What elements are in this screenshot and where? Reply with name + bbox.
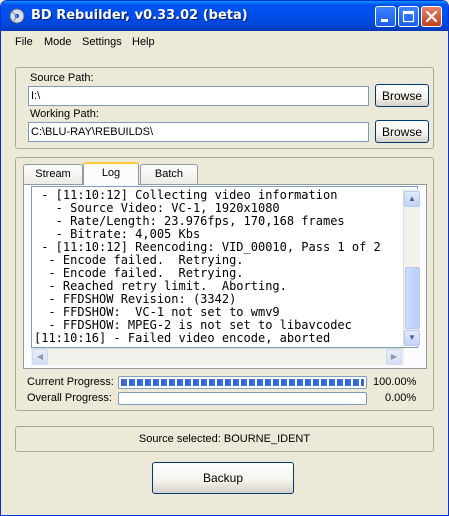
status-box: Source selected: BOURNE_IDENT [15,426,434,452]
log-vertical-scrollbar[interactable]: ▲ ▼ [403,189,420,346]
window-title: BD Rebuilder, v0.33.02 (beta) [31,8,248,23]
chevron-down-icon: ▼ [408,333,416,342]
scroll-up-button[interactable]: ▲ [404,191,420,207]
scroll-right-button[interactable]: ▶ [386,349,402,365]
scroll-down-button[interactable]: ▼ [404,330,420,346]
current-progress-label: Current Progress: [27,376,114,388]
overall-progress-percent: 0.00% [385,392,417,404]
close-button[interactable] [421,6,442,27]
maximize-icon [402,10,415,23]
working-path-input[interactable]: C:\BLU-RAY\REBUILDS\ [28,122,369,142]
menu-settings[interactable]: Settings [82,36,122,48]
app-window: BD Rebuilder, v0.33.02 (beta) File Mode … [0,0,449,516]
minimize-button[interactable] [375,6,396,27]
source-path-input[interactable]: I:\ [28,86,369,106]
status-text: Source selected: BOURNE_IDENT [138,433,311,445]
current-progress-percent: 100.00% [373,376,417,388]
menu-file[interactable]: File [15,36,33,48]
log-textarea[interactable]: - [11:10:12] Collecting video informatio… [31,186,418,348]
tab-log[interactable]: Log [83,162,139,185]
source-path-label: Source Path: [30,72,94,84]
menu-mode[interactable]: Mode [44,36,72,48]
title-bar[interactable]: BD Rebuilder, v0.33.02 (beta) [1,1,448,31]
chevron-left-icon: ◀ [36,352,44,361]
close-icon [425,10,438,23]
log-horizontal-scrollbar[interactable]: ◀ ▶ [31,348,404,365]
tab-batch[interactable]: Batch [140,164,198,184]
scroll-thumb[interactable] [405,267,420,329]
menu-help[interactable]: Help [132,36,155,48]
tab-stream[interactable]: Stream [23,164,83,184]
backup-button[interactable]: Backup [152,462,294,494]
source-browse-button[interactable]: Browse [375,84,429,107]
scroll-left-button[interactable]: ◀ [32,349,48,365]
current-progress-fill [121,379,364,386]
chevron-right-icon: ▶ [390,352,398,361]
menu-bar: File Mode Settings Help [5,31,445,53]
working-browse-button[interactable]: Browse [375,120,429,143]
working-path-label: Working Path: [30,108,99,120]
overall-progress-bar [118,392,367,405]
overall-progress-label: Overall Progress: [27,392,112,404]
current-progress-bar [118,376,367,389]
chevron-up-icon: ▲ [408,194,416,203]
log-line: [11:10:16] - Failed video encode, aborte… [34,331,331,345]
maximize-button[interactable] [398,6,419,27]
bd-rebuilder-app-icon [9,8,25,24]
minimize-icon [381,19,388,22]
